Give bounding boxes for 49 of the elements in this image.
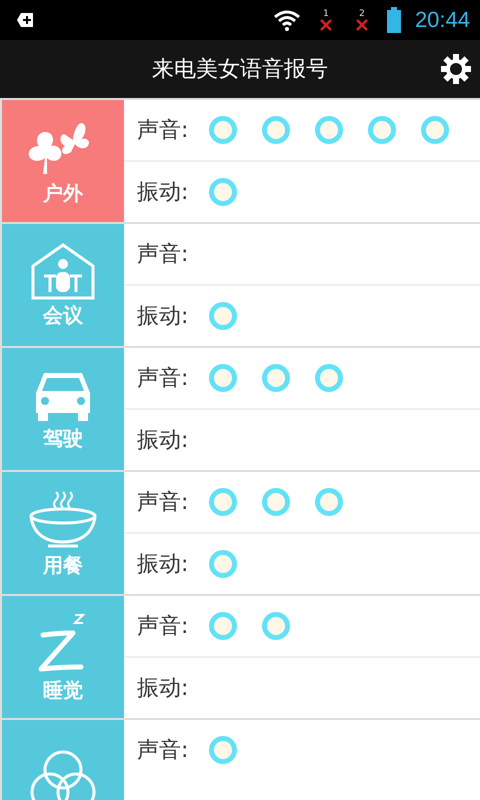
mode-name: 睡觉 — [43, 676, 83, 704]
mode-tile[interactable]: 会议 — [0, 224, 124, 346]
level-dot[interactable] — [315, 116, 343, 144]
setting-label: 振动: — [137, 303, 190, 331]
level-dot[interactable] — [315, 488, 343, 516]
wifi-icon — [272, 9, 301, 31]
level-dot[interactable] — [209, 364, 237, 392]
level-dot[interactable] — [421, 116, 449, 144]
level-dot[interactable] — [262, 612, 290, 640]
house-person-icon — [30, 242, 96, 300]
level-dot[interactable] — [209, 302, 237, 330]
setting-label: 声音: — [137, 117, 190, 145]
app-title: 来电美女语音报号 — [152, 56, 328, 84]
setting-label: 振动: — [137, 551, 190, 579]
no-signal-icon — [320, 19, 332, 31]
level-dot[interactable] — [209, 116, 237, 144]
level-dot[interactable] — [262, 364, 290, 392]
setting-label: 声音: — [137, 365, 190, 393]
mode-name: 户外 — [43, 180, 83, 206]
settings-icon[interactable] — [440, 53, 472, 85]
mode-name: 驾驶 — [43, 424, 83, 452]
level-dot[interactable] — [209, 178, 237, 206]
setting-label: 声音: — [137, 241, 190, 269]
setting-label: 声音: — [137, 489, 190, 517]
level-dot[interactable] — [209, 550, 237, 578]
battery-icon — [386, 7, 401, 33]
sim-slot-number: 1 — [323, 9, 329, 19]
level-dot[interactable] — [262, 488, 290, 516]
notification-icon — [16, 12, 34, 28]
mode-tile[interactable]: 睡觉 — [0, 596, 124, 718]
level-dot[interactable] — [262, 116, 290, 144]
level-dot[interactable] — [209, 612, 237, 640]
level-dot[interactable] — [209, 488, 237, 516]
setting-label: 声音: — [137, 737, 190, 765]
mode-name: 用餐 — [43, 552, 83, 578]
level-dot[interactable] — [315, 364, 343, 392]
setting-label: 振动: — [137, 427, 190, 455]
clock-time: 20:44 — [414, 7, 470, 33]
setting-label: 声音: — [137, 613, 190, 641]
setting-label: 振动: — [137, 179, 190, 207]
mode-tile[interactable]: 用餐 — [0, 472, 124, 594]
mode-tile[interactable]: 户外 — [0, 100, 124, 222]
setting-label: 振动: — [137, 675, 190, 703]
sim-slot-number: 2 — [359, 9, 365, 19]
level-dot[interactable] — [368, 116, 396, 144]
mode-tile[interactable]: 驾驶 — [0, 348, 124, 470]
level-dot[interactable] — [209, 736, 237, 764]
no-signal-icon — [356, 19, 368, 31]
mode-name: 会议 — [43, 302, 83, 328]
